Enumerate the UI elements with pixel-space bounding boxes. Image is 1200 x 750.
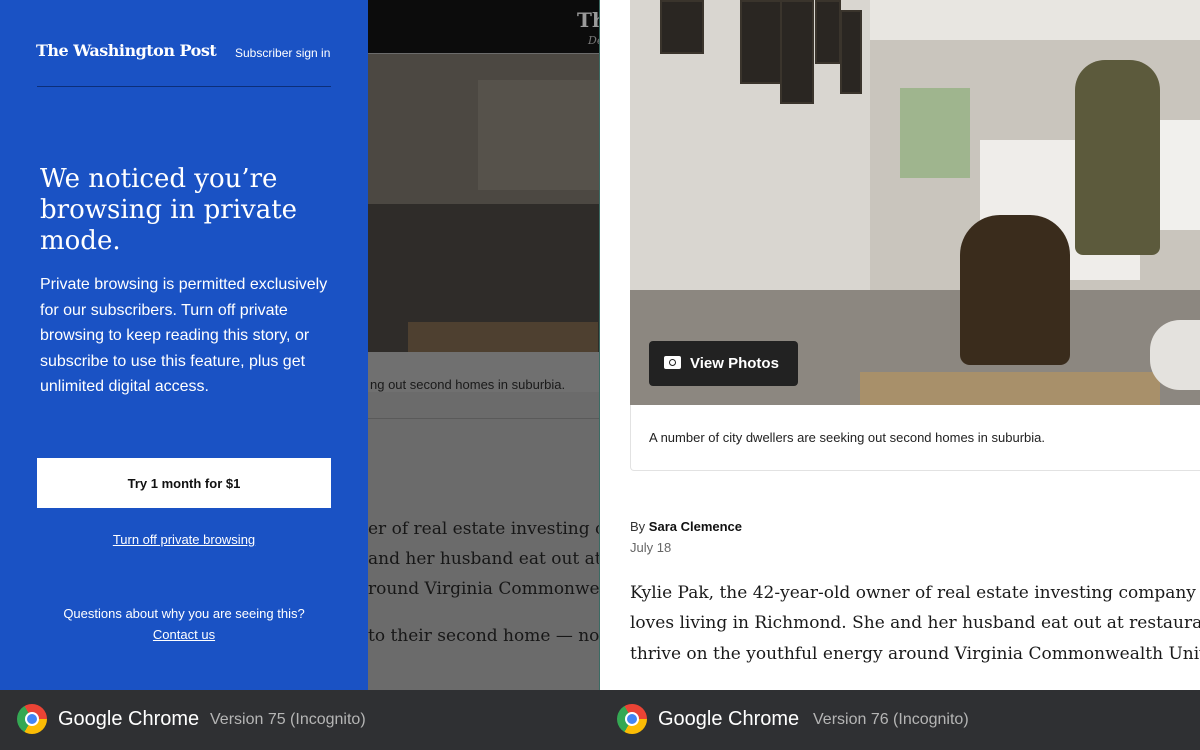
chrome-76-window: View Photos A number of city dwellers ar…	[600, 0, 1200, 690]
photo-caption: A number of city dwellers are seeking ou…	[649, 430, 1045, 445]
paywall-headline: We noticed you’re browsing in private mo…	[40, 164, 298, 256]
masthead-fragment: Th	[577, 8, 600, 32]
body-line: to their second home — not at	[368, 626, 600, 646]
byline-prefix: By	[630, 519, 646, 534]
photo-caption: ng out second homes in suburbia.	[370, 377, 566, 392]
app-name-left: Google Chrome	[58, 708, 200, 730]
body-line: and her husband eat out at rest	[368, 549, 600, 569]
chrome-icon	[17, 704, 47, 734]
person-figure	[1075, 60, 1160, 255]
dog-figure	[960, 215, 1070, 365]
app-name-right: Google Chrome	[658, 708, 800, 730]
subscriber-signin-link[interactable]: Subscriber sign in	[235, 46, 330, 60]
turn-off-private-browsing-row: Turn off private browsing	[0, 532, 368, 547]
paywall-description: Private browsing is permitted exclusivel…	[40, 276, 328, 396]
body-line: loves living in Richmond. She and her hu…	[630, 613, 1200, 633]
view-photos-button[interactable]: View Photos	[649, 341, 798, 386]
version-right: Version 76 (Incognito)	[813, 711, 969, 728]
site-header	[368, 0, 600, 53]
body-line: thrive on the youthful energy around Vir…	[630, 644, 1200, 664]
publish-date: July 18	[630, 540, 672, 555]
try-subscription-button[interactable]: Try 1 month for $1	[37, 458, 331, 508]
author-link[interactable]: Sara Clemence	[649, 519, 742, 534]
version-label-bar: Google Chrome Version 75 (Incognito) Goo…	[0, 690, 1200, 750]
byline: By Sara Clemence	[630, 519, 742, 534]
body-line: round Virginia Commonwealth	[368, 579, 600, 599]
turn-off-private-browsing-link[interactable]: Turn off private browsing	[113, 532, 255, 547]
washington-post-logo[interactable]: The Washington Post	[36, 41, 217, 60]
view-photos-label: View Photos	[690, 355, 779, 372]
divider	[368, 418, 600, 419]
contact-us-link[interactable]: Contact us	[0, 627, 368, 642]
article-photo	[368, 54, 600, 352]
body-line: Kylie Pak, the 42-year-old owner of real…	[630, 583, 1200, 603]
version-left: Version 75 (Incognito)	[210, 711, 366, 728]
chrome-75-window: Th De ng out second homes in suburbia. e…	[0, 0, 600, 690]
help-question: Questions about why you are seeing this?	[63, 606, 305, 621]
body-line: er of real estate investing comp	[368, 519, 600, 539]
camera-icon	[664, 356, 681, 369]
private-mode-paywall: The Washington Post Subscriber sign in W…	[0, 0, 368, 690]
modal-divider	[37, 86, 331, 87]
chrome-icon	[617, 704, 647, 734]
